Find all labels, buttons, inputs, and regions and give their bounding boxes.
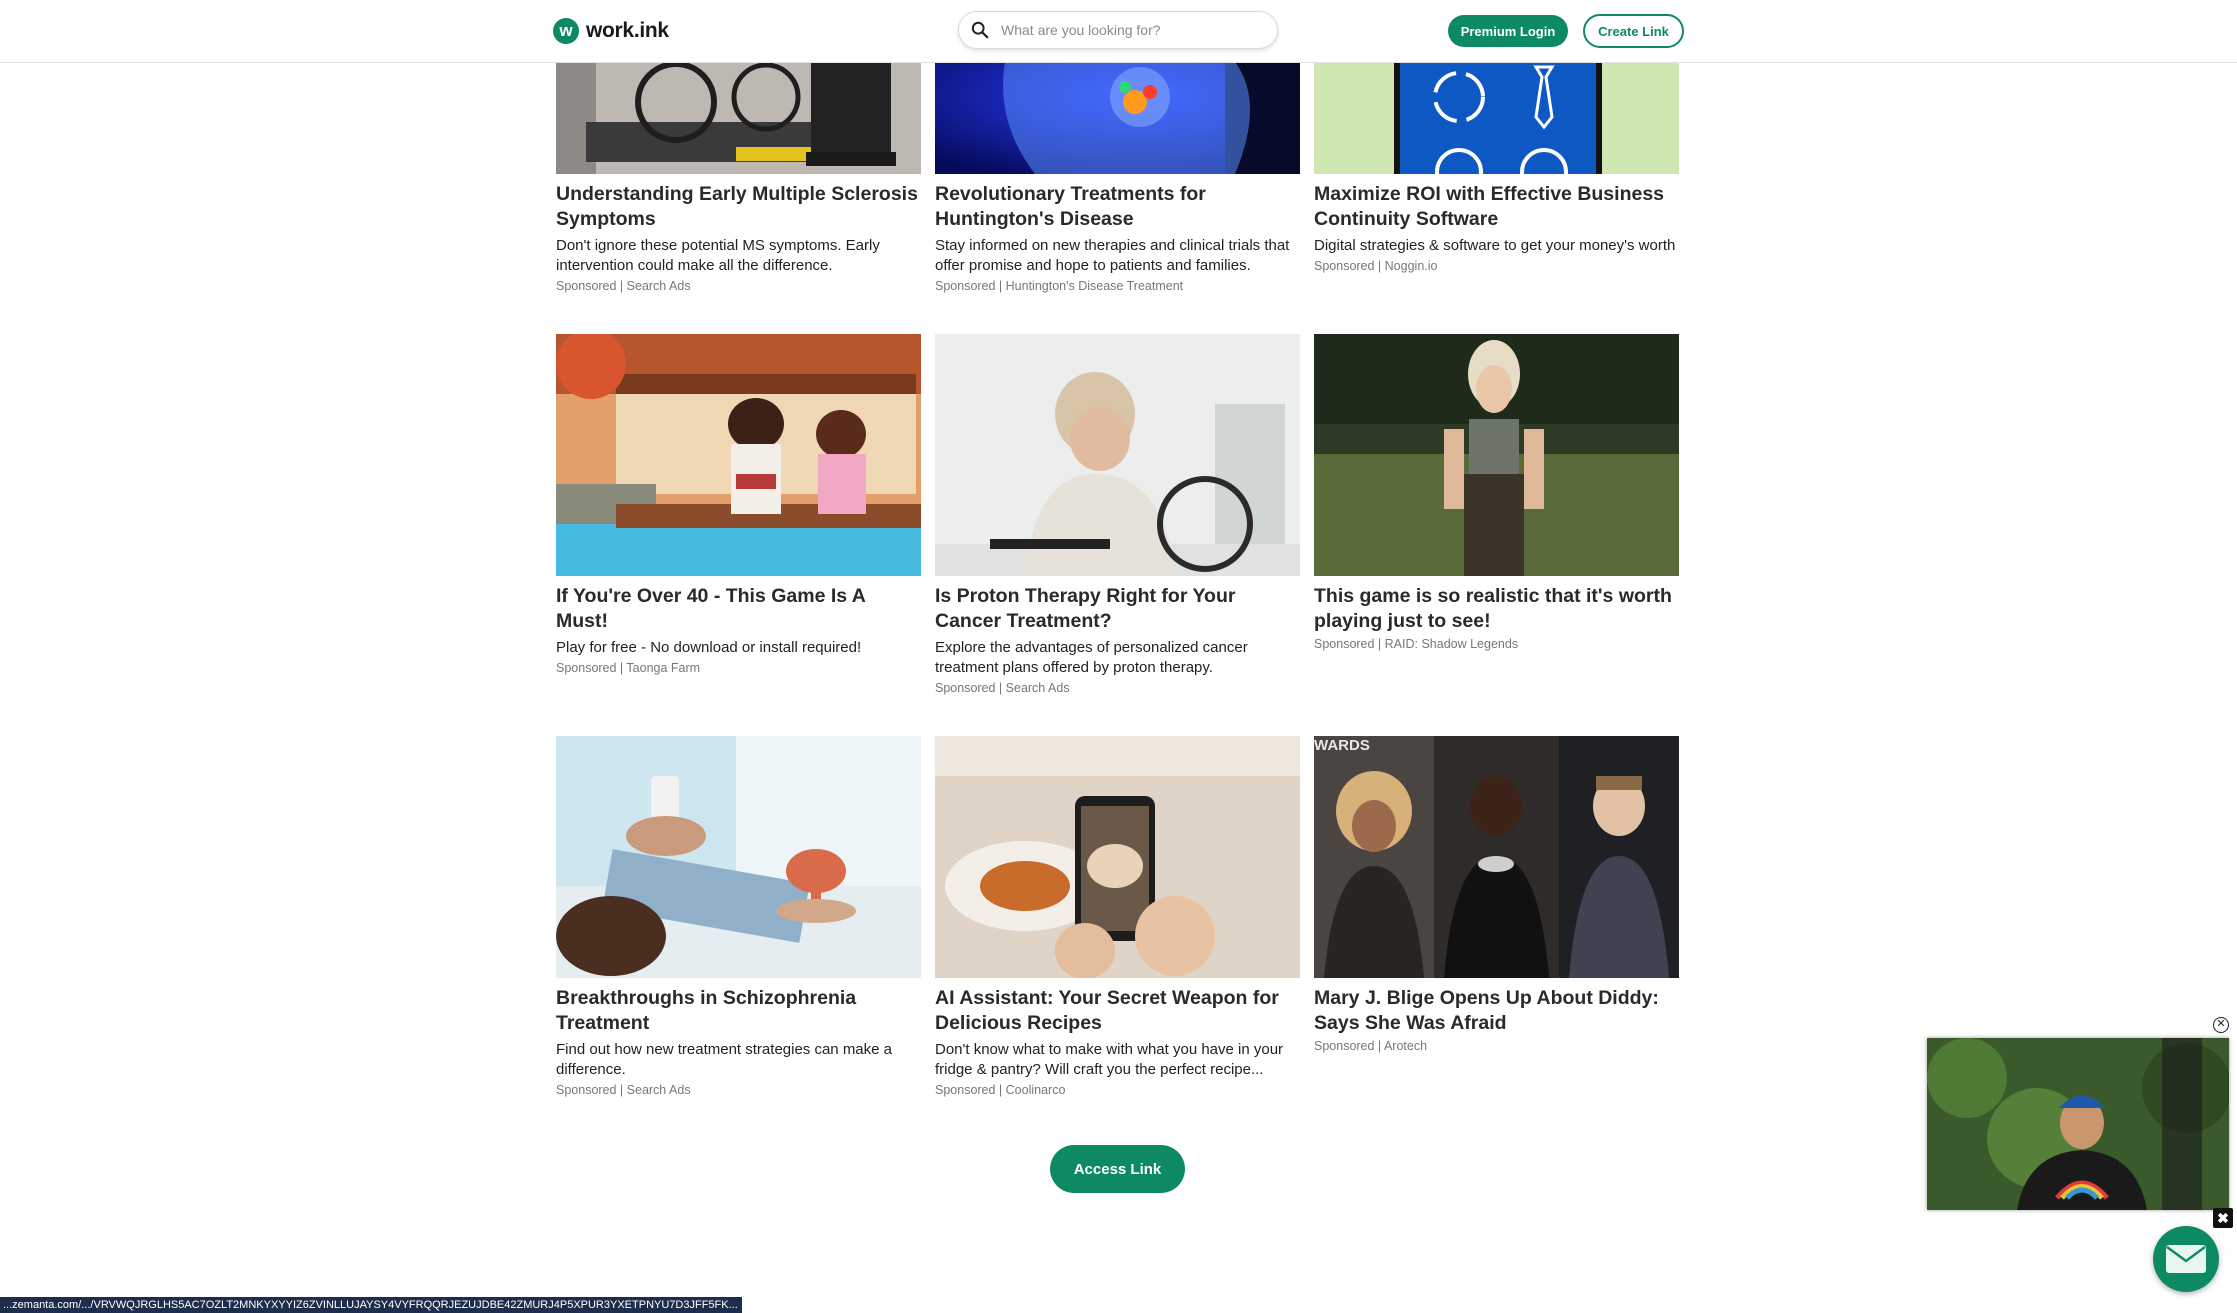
ad-image-brain[interactable]: [935, 62, 1300, 174]
ad-sponsor: Sponsored | Coolinarco: [935, 1083, 1066, 1097]
ad-description: Stay informed on new therapies and clini…: [935, 237, 1290, 274]
ad-image-game-girls[interactable]: [556, 334, 921, 576]
ad-title[interactable]: This game is so realistic that it's wort…: [1314, 584, 1679, 634]
ad-card-proton[interactable]: Is Proton Therapy Right for Your Cancer …: [935, 334, 1300, 697]
ad-title[interactable]: AI Assistant: Your Secret Weapon for Del…: [935, 986, 1300, 1036]
ad-description: Explore the advantages of personalized c…: [935, 639, 1248, 676]
ad-image-phone-icons[interactable]: [1314, 62, 1679, 174]
ad-description: Don't know what to make with what you ha…: [935, 1041, 1284, 1078]
ad-sponsor: Sponsored | RAID: Shadow Legends: [1314, 637, 1519, 651]
search-input[interactable]: [999, 21, 1263, 39]
search-box[interactable]: [958, 11, 1278, 49]
ad-image-celebrities[interactable]: WARDS: [1314, 736, 1679, 978]
ad-title[interactable]: Understanding Early Multiple Sclerosis S…: [556, 182, 921, 232]
ad-card-huntington[interactable]: Revolutionary Treatments for Huntington'…: [935, 62, 1300, 295]
ad-card-schizophrenia[interactable]: Breakthroughs in Schizophrenia Treatment…: [556, 736, 921, 1099]
ad-description: Digital strategies & software to get you…: [1314, 237, 1676, 254]
ad-image-doctor-brain[interactable]: [556, 736, 921, 978]
ad-description: Don't ignore these potential MS symptoms…: [556, 237, 880, 274]
video-close-icon[interactable]: ✕: [2213, 1017, 2229, 1033]
ad-card-ms[interactable]: Understanding Early Multiple Sclerosis S…: [556, 62, 921, 295]
ad-title[interactable]: If You're Over 40 - This Game Is A Must!: [556, 584, 921, 634]
access-link-button[interactable]: Access Link: [1050, 1145, 1185, 1193]
ad-description: Find out how new treatment strategies ca…: [556, 1041, 893, 1078]
ad-sponsor: Sponsored | Huntington's Disease Treatme…: [935, 279, 1184, 293]
ad-title[interactable]: Breakthroughs in Schizophrenia Treatment: [556, 986, 921, 1036]
awards-overlay-text: WARDS: [1314, 737, 1370, 754]
ad-description: Play for free - No download or install r…: [556, 639, 862, 656]
ad-sponsor: Sponsored | Search Ads: [556, 1083, 691, 1097]
ad-sponsor: Sponsored | Taonga Farm: [556, 661, 701, 675]
create-link-button[interactable]: Create Link: [1583, 14, 1684, 48]
site-header: w work.ink Premium Login Create Link: [0, 0, 2237, 63]
ad-card-taonga[interactable]: If You're Over 40 - This Game Is A Must!…: [556, 334, 921, 677]
ad-image-patient[interactable]: [935, 334, 1300, 576]
search-icon: [971, 21, 989, 39]
ad-image-phone-food[interactable]: [935, 736, 1300, 978]
site-logo[interactable]: w work.ink: [553, 17, 669, 45]
message-icon: [2166, 1245, 2206, 1273]
ad-card-noggin[interactable]: Maximize ROI with Effective Business Con…: [1314, 62, 1679, 275]
ad-title[interactable]: Revolutionary Treatments for Huntington'…: [935, 182, 1300, 232]
ad-card-arotech[interactable]: WARDS Mary J. Blige Opens Up About Diddy…: [1314, 736, 1679, 1055]
ad-card-raid[interactable]: This game is so realistic that it's wort…: [1314, 334, 1679, 653]
video-player[interactable]: [1927, 1038, 2229, 1210]
ad-sponsor: Sponsored | Noggin.io: [1314, 259, 1438, 273]
logo-icon: w: [553, 18, 579, 44]
status-bar-url: ...zemanta.com/.../VRVWQJRGLHS5AC7OZLT2M…: [0, 1297, 742, 1313]
chat-button[interactable]: [2153, 1226, 2219, 1292]
ad-title[interactable]: Mary J. Blige Opens Up About Diddy: Says…: [1314, 986, 1679, 1036]
video-dismiss-icon[interactable]: ✖: [2213, 1208, 2233, 1228]
ad-sponsor: Sponsored | Search Ads: [556, 279, 691, 293]
ad-card-coolinarco[interactable]: AI Assistant: Your Secret Weapon for Del…: [935, 736, 1300, 1099]
premium-login-button[interactable]: Premium Login: [1448, 15, 1568, 47]
ad-image-wheelchair[interactable]: [556, 62, 921, 174]
ad-title[interactable]: Is Proton Therapy Right for Your Cancer …: [935, 584, 1300, 634]
ad-sponsor: Sponsored | Arotech: [1314, 1039, 1428, 1053]
ad-image-woman-field[interactable]: [1314, 334, 1679, 576]
logo-text: work.ink: [586, 19, 669, 42]
ad-sponsor: Sponsored | Search Ads: [935, 681, 1070, 695]
ad-title[interactable]: Maximize ROI with Effective Business Con…: [1314, 182, 1679, 232]
